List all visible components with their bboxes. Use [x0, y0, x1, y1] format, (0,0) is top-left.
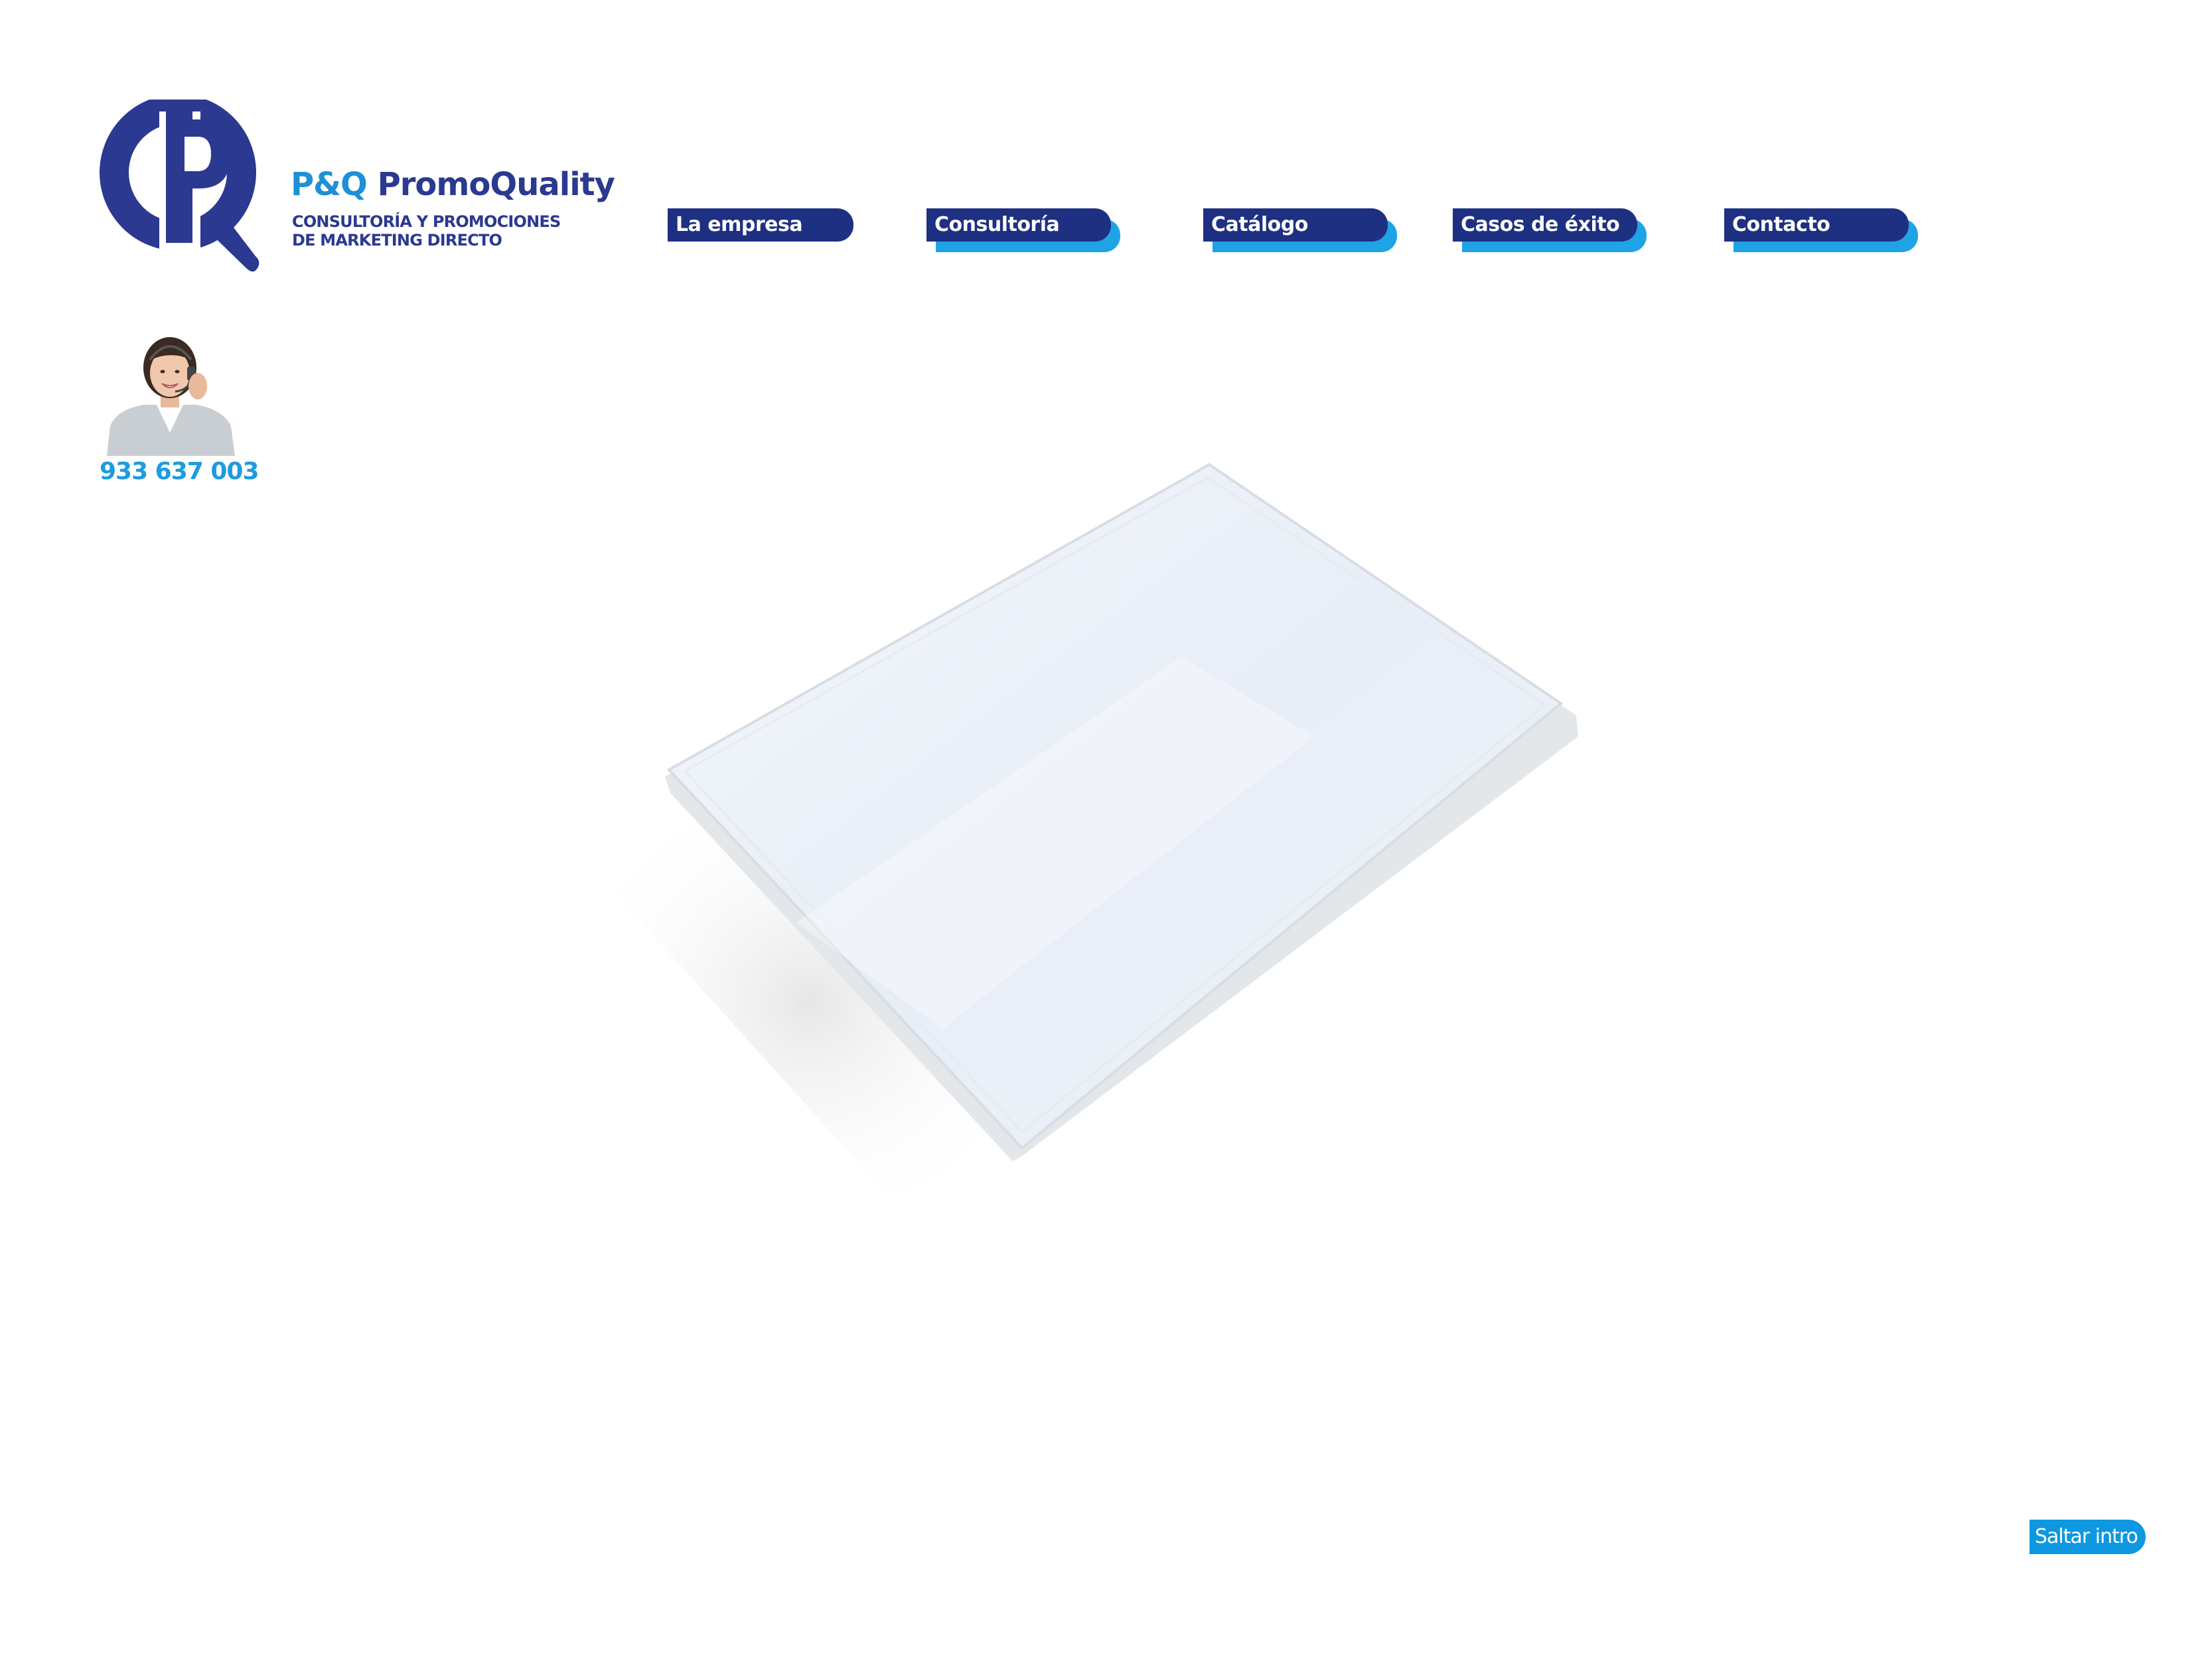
brand-tagline-line2: DE MARKETING DIRECTO	[292, 231, 502, 250]
nav-item-la-empresa[interactable]: La empresa	[668, 208, 860, 255]
blank-dvd-case-image	[557, 463, 1578, 1241]
brand-tagline-line1: CONSULTORÍA Y PROMOCIONES	[292, 212, 561, 231]
nav-label-contacto[interactable]: Contacto	[1724, 208, 1909, 242]
skip-intro-button[interactable]: Saltar intro	[2029, 1520, 2146, 1554]
nav-item-casos-de-exito[interactable]: Casos de éxito	[1453, 208, 1652, 255]
brand-tagline: CONSULTORÍA Y PROMOCIONES DE MARKETING D…	[292, 212, 584, 250]
nav-item-contacto[interactable]: Contacto	[1724, 208, 1923, 255]
brand-name-part2: PromoQuality	[377, 166, 615, 203]
nav-item-consultoria[interactable]: Consultoría	[926, 208, 1126, 255]
call-center-agent-icon	[107, 337, 235, 456]
nav-label-consultoria[interactable]: Consultoría	[926, 208, 1111, 242]
nav-label-la-empresa[interactable]: La empresa	[668, 208, 853, 242]
nav-label-casos-de-exito[interactable]: Casos de éxito	[1453, 208, 1637, 242]
nav-label-catalogo[interactable]: Catálogo	[1203, 208, 1388, 242]
brand-logo[interactable]: P&Q PromoQuality CONSULTORÍA Y PROMOCION…	[100, 100, 615, 275]
pq-logo-icon	[100, 100, 259, 272]
nav-item-catalogo[interactable]: Catálogo	[1203, 208, 1402, 255]
phone-number[interactable]: 933 637 003	[100, 458, 259, 485]
brand-name-part1: P&Q	[291, 166, 368, 203]
brand-name: P&Q PromoQuality	[291, 166, 615, 203]
